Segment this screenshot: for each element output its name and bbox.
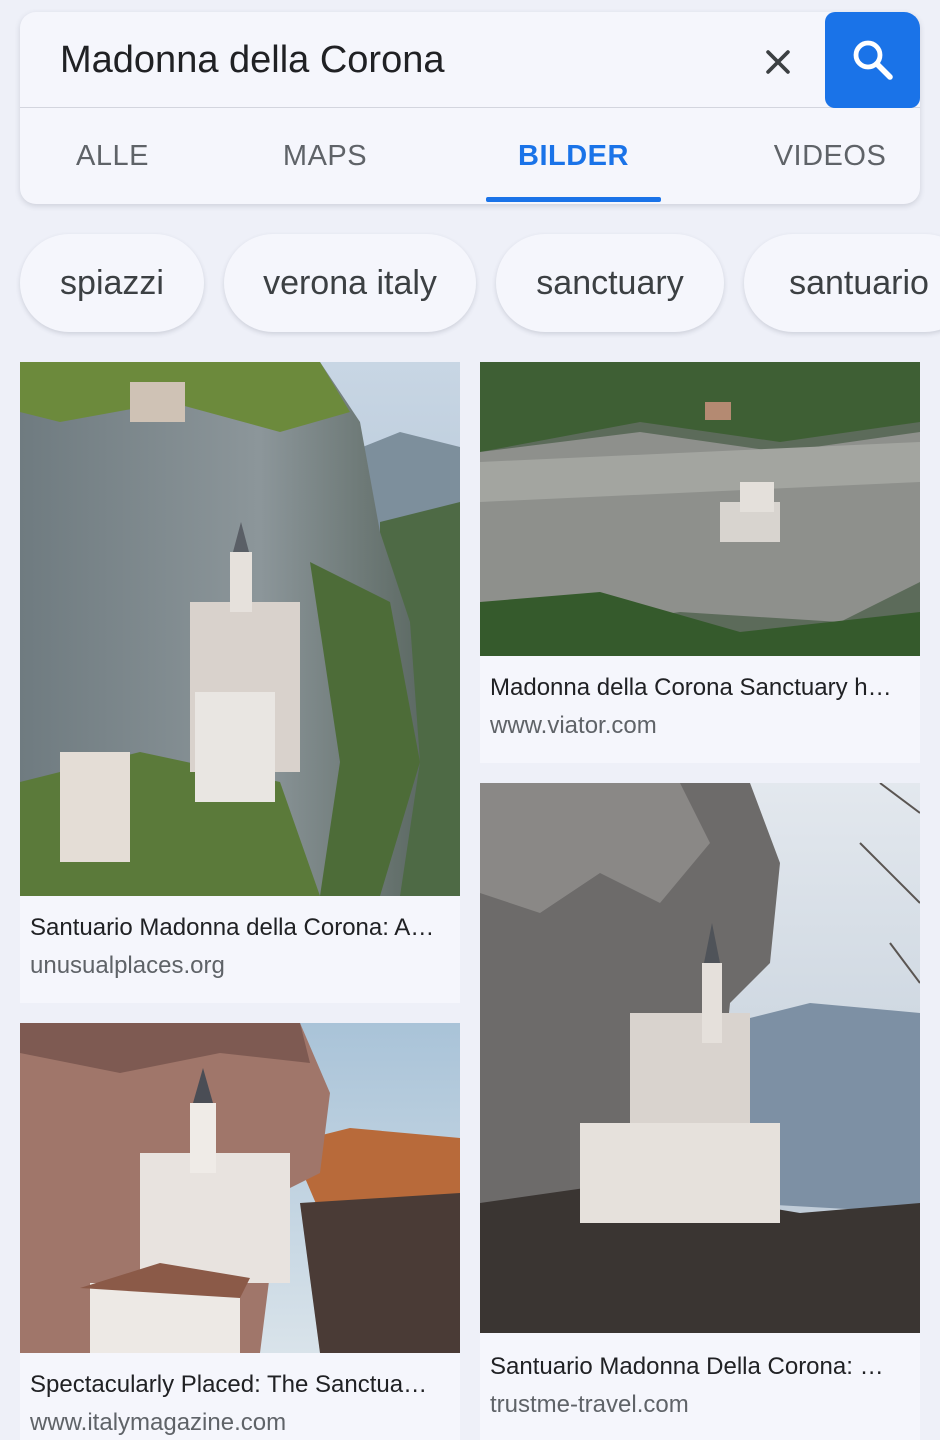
result-image[interactable]	[480, 783, 920, 1333]
image-result-1[interactable]: Santuario Madonna della Corona: A… unusu…	[20, 362, 460, 1003]
result-image[interactable]	[480, 362, 920, 656]
chip-sanctuary[interactable]: sanctuary	[496, 234, 724, 332]
active-tab-indicator	[486, 197, 661, 202]
tab-alle[interactable]: ALLE	[40, 108, 185, 204]
result-title: Santuario Madonna Della Corona: …	[490, 1353, 884, 1380]
close-icon	[766, 50, 790, 74]
chip-spiazzi[interactable]: spiazzi	[20, 234, 204, 332]
result-title: Spectacularly Placed: The Sanctua…	[30, 1371, 428, 1398]
result-domain: www.viator.com	[490, 712, 657, 739]
search-tabs: ALLE MAPS BILDER VIDEOS	[20, 108, 920, 204]
result-image[interactable]	[20, 362, 460, 896]
search-bar	[20, 12, 920, 108]
image-result-3[interactable]: Spectacularly Placed: The Sanctua… www.i…	[20, 1023, 460, 1440]
chip-santuario[interactable]: santuario	[744, 234, 940, 332]
tab-bilder[interactable]: BILDER	[486, 108, 661, 204]
search-input[interactable]	[60, 34, 740, 86]
result-title: Madonna della Corona Sanctuary h…	[490, 674, 892, 701]
tab-videos[interactable]: VIDEOS	[760, 108, 900, 204]
chip-verona-italy[interactable]: verona italy	[224, 234, 476, 332]
result-image[interactable]	[20, 1023, 460, 1353]
tab-maps[interactable]: MAPS	[250, 108, 400, 204]
clear-button[interactable]	[750, 36, 806, 88]
result-domain: www.italymagazine.com	[30, 1409, 287, 1436]
search-icon	[853, 40, 893, 80]
image-result-2[interactable]: Madonna della Corona Sanctuary h… www.vi…	[480, 362, 920, 763]
result-domain: unusualplaces.org	[30, 952, 225, 979]
search-card: ALLE MAPS BILDER VIDEOS	[20, 12, 920, 204]
search-button[interactable]	[825, 12, 920, 108]
result-domain: trustme-travel.com	[490, 1391, 689, 1418]
result-title: Santuario Madonna della Corona: A…	[30, 914, 435, 941]
image-result-4[interactable]: Santuario Madonna Della Corona: … trustm…	[480, 783, 920, 1440]
